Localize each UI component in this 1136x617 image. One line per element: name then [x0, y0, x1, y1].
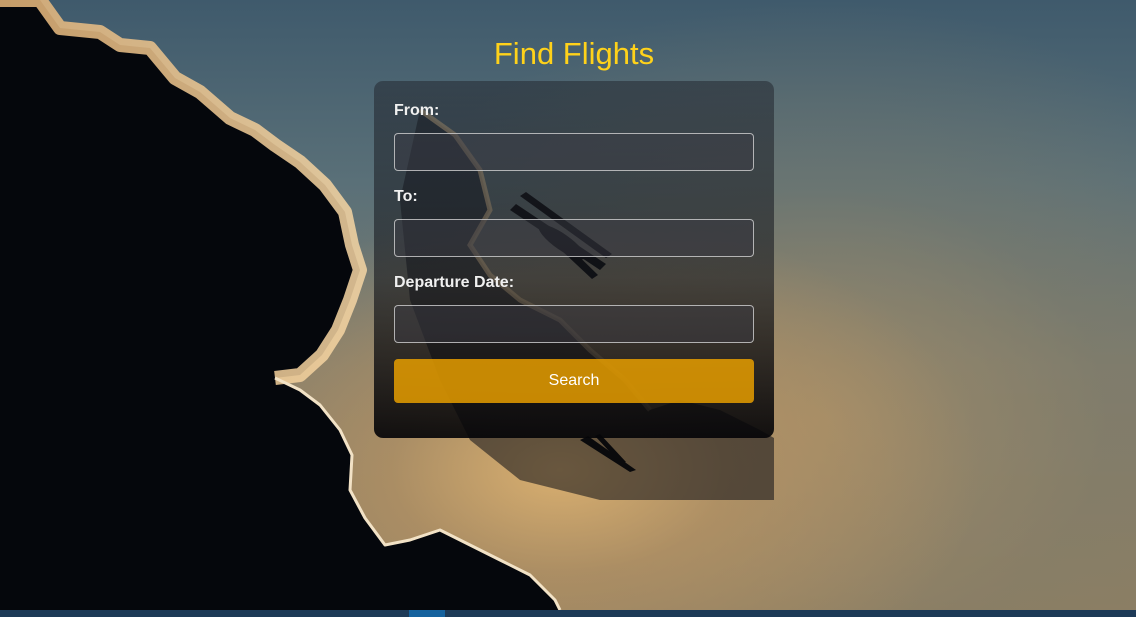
from-input[interactable] [394, 133, 754, 171]
to-input[interactable] [394, 219, 754, 257]
flight-search-form: From: To: Departure Date: Search [374, 81, 774, 438]
scrollbar-thumb[interactable] [409, 610, 445, 617]
departure-date-label: Departure Date: [394, 274, 515, 291]
departure-date-input[interactable] [394, 305, 754, 343]
to-label: To: [394, 188, 418, 205]
from-label: From: [394, 102, 440, 119]
horizontal-scrollbar[interactable] [0, 610, 1136, 617]
search-button[interactable]: Search [394, 359, 754, 403]
page-title: Find Flights [493, 36, 655, 71]
